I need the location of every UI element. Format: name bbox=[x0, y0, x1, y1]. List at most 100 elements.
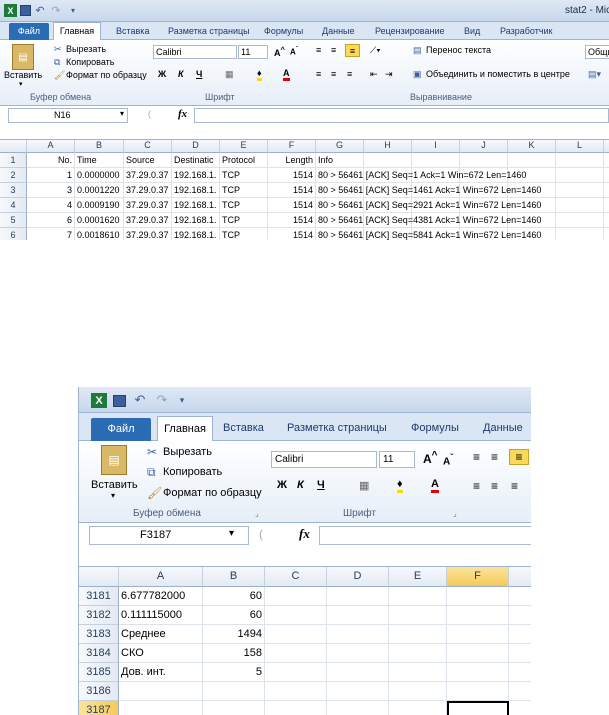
cell[interactable] bbox=[265, 644, 327, 663]
align-right-icon[interactable]: ≡ bbox=[511, 479, 518, 493]
cell[interactable] bbox=[509, 663, 531, 682]
borders-icon[interactable]: ▦ bbox=[359, 479, 369, 492]
cell[interactable]: No. bbox=[27, 153, 75, 168]
cell[interactable]: 60 bbox=[203, 587, 265, 606]
tab-insert[interactable]: Вставка bbox=[223, 422, 264, 434]
cell[interactable]: 80 > 56461 [ACK] Seq=1 Ack=1 Win=672 Len… bbox=[316, 168, 526, 183]
cell[interactable]: 192.168.1. bbox=[172, 213, 220, 228]
cell[interactable]: СКО bbox=[119, 644, 203, 663]
select-all-corner[interactable] bbox=[79, 567, 119, 587]
cancel-entry-icon[interactable]: ( bbox=[148, 109, 151, 119]
copy-button[interactable]: Копировать bbox=[163, 466, 222, 478]
cell[interactable] bbox=[604, 228, 609, 240]
cell[interactable] bbox=[389, 587, 447, 606]
column-header[interactable]: A bbox=[27, 140, 75, 153]
cell[interactable] bbox=[364, 153, 412, 168]
cell[interactable] bbox=[327, 644, 389, 663]
orientation-icon[interactable]: ⟋▾ bbox=[370, 45, 381, 56]
row-header[interactable]: 3184 bbox=[79, 644, 119, 663]
row-header[interactable]: 3 bbox=[0, 183, 27, 198]
cell[interactable]: 1 bbox=[27, 168, 75, 183]
cell[interactable]: 37.29.0.37 bbox=[124, 168, 172, 183]
tab-review[interactable]: Рецензирование bbox=[375, 26, 445, 36]
cell[interactable] bbox=[327, 587, 389, 606]
cell[interactable]: 0.0009190 bbox=[75, 198, 124, 213]
cell[interactable]: TCP bbox=[220, 213, 268, 228]
cell[interactable] bbox=[556, 168, 604, 183]
cell[interactable]: 192.168.1. bbox=[172, 228, 220, 240]
column-header[interactable]: K bbox=[508, 140, 556, 153]
cut-button[interactable]: Вырезать bbox=[66, 44, 106, 54]
column-header[interactable]: B bbox=[75, 140, 124, 153]
format-painter-button[interactable]: Формат по образцу bbox=[66, 70, 147, 80]
cell[interactable]: 1514 bbox=[268, 168, 316, 183]
cell[interactable] bbox=[447, 663, 509, 682]
insert-function-icon[interactable]: fx bbox=[299, 526, 310, 542]
paste-button[interactable]: Вставить bbox=[4, 70, 42, 80]
cell[interactable] bbox=[327, 625, 389, 644]
cell[interactable]: Source bbox=[124, 153, 172, 168]
cell[interactable] bbox=[327, 663, 389, 682]
cell[interactable]: Дов. инт. bbox=[119, 663, 203, 682]
cell[interactable] bbox=[327, 682, 389, 701]
cell[interactable]: 4 bbox=[27, 198, 75, 213]
font-color-icon[interactable]: A bbox=[431, 478, 439, 493]
tab-file[interactable]: Файл bbox=[9, 23, 49, 40]
increase-indent-icon[interactable]: ⇥ bbox=[385, 69, 393, 80]
column-header[interactable]: J bbox=[460, 140, 508, 153]
cell[interactable] bbox=[119, 701, 203, 715]
cell[interactable] bbox=[604, 183, 609, 198]
paste-icon[interactable]: ▤ bbox=[101, 445, 127, 475]
column-header-selected[interactable]: F bbox=[447, 567, 509, 587]
paste-dropdown-icon[interactable]: ▾ bbox=[19, 80, 23, 88]
cell[interactable]: 0.111115000 bbox=[119, 606, 203, 625]
cell[interactable]: Length bbox=[268, 153, 316, 168]
column-header[interactable]: C bbox=[124, 140, 172, 153]
fill-color-icon[interactable]: ♦ bbox=[257, 68, 262, 81]
cell[interactable]: 1514 bbox=[268, 198, 316, 213]
underline-icon[interactable]: Ч bbox=[317, 479, 325, 491]
tab-page-layout[interactable]: Разметка страницы bbox=[168, 26, 250, 36]
cell[interactable]: 158 bbox=[203, 644, 265, 663]
cell[interactable]: TCP bbox=[220, 198, 268, 213]
cell[interactable] bbox=[389, 644, 447, 663]
paste-button[interactable]: Вставить bbox=[91, 479, 138, 491]
underline-icon[interactable]: Ч bbox=[196, 69, 202, 79]
cell[interactable] bbox=[509, 625, 531, 644]
align-left-icon[interactable]: ≡ bbox=[316, 69, 321, 79]
cell[interactable] bbox=[265, 663, 327, 682]
tab-file[interactable]: Файл bbox=[91, 418, 151, 441]
grow-font-icon[interactable]: A^ bbox=[274, 45, 285, 58]
tab-insert[interactable]: Вставка bbox=[116, 26, 149, 36]
tab-data[interactable]: Данные bbox=[322, 26, 355, 36]
cell[interactable] bbox=[604, 153, 609, 168]
cell[interactable] bbox=[447, 644, 509, 663]
cell[interactable] bbox=[556, 198, 604, 213]
cell[interactable] bbox=[327, 606, 389, 625]
cell[interactable] bbox=[509, 644, 531, 663]
column-header[interactable]: D bbox=[327, 567, 389, 587]
merge-center-button[interactable]: Объединить и поместить в центре bbox=[426, 69, 570, 79]
cell[interactable]: 80 > 56461 [ACK] Seq=1461 Ack=1 Win=672 … bbox=[316, 183, 541, 198]
cell[interactable]: 37.29.0.37 bbox=[124, 198, 172, 213]
cell[interactable] bbox=[509, 701, 531, 715]
tab-view[interactable]: Вид bbox=[464, 26, 480, 36]
cell[interactable]: 192.168.1. bbox=[172, 198, 220, 213]
cell[interactable]: Protocol bbox=[220, 153, 268, 168]
row-header[interactable]: 2 bbox=[0, 168, 27, 183]
cell[interactable]: 6 bbox=[27, 213, 75, 228]
row-header[interactable]: 5 bbox=[0, 213, 27, 228]
cell[interactable]: 1514 bbox=[268, 228, 316, 240]
cell[interactable] bbox=[447, 682, 509, 701]
align-bottom-icon[interactable]: ≡ bbox=[509, 449, 529, 465]
cell[interactable]: 192.168.1. bbox=[172, 168, 220, 183]
column-header[interactable] bbox=[509, 567, 531, 587]
quick-access-dropdown-icon[interactable]: ▾ bbox=[68, 4, 78, 17]
column-header[interactable]: D bbox=[172, 140, 220, 153]
cell[interactable] bbox=[556, 228, 604, 240]
redo-icon[interactable]: ↷ bbox=[50, 4, 62, 17]
name-box[interactable]: F3187 bbox=[89, 526, 249, 545]
currency-format-icon[interactable]: ▤▾ bbox=[588, 69, 601, 80]
tab-formulas[interactable]: Формулы bbox=[411, 422, 459, 434]
cell[interactable] bbox=[265, 682, 327, 701]
